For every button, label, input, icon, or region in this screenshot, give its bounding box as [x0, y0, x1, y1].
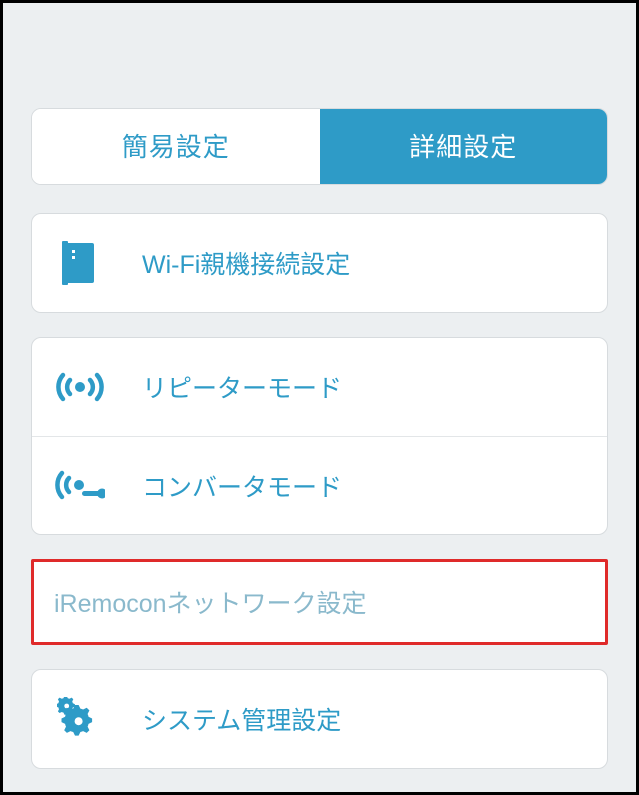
menu-item-wifi-parent[interactable]: Wi-Fi親機接続設定: [32, 214, 607, 312]
tab-advanced-settings[interactable]: 詳細設定: [320, 109, 608, 184]
menu-item-label: iRemoconネットワーク設定: [54, 590, 367, 618]
menu-item-label: システム管理設定: [142, 701, 341, 737]
wifi-broadcast-icon: [54, 361, 106, 413]
tab-advanced-label: 詳細設定: [409, 132, 517, 162]
card-system: システム管理設定: [31, 669, 608, 769]
menu-item-iremocon-network[interactable]: iRemoconネットワーク設定: [31, 559, 608, 645]
menu-item-converter-mode[interactable]: コンバータモード: [32, 436, 607, 534]
card-modes: リピーターモード コンバータモード: [31, 337, 608, 535]
router-icon: [54, 237, 106, 289]
menu-item-label: コンバータモード: [142, 468, 342, 504]
wifi-converter-icon: [54, 460, 106, 512]
gears-icon: [54, 693, 106, 745]
tab-simple-label: 簡易設定: [122, 132, 230, 162]
settings-screen: 簡易設定 詳細設定 Wi-Fi親機接続設定: [0, 0, 639, 795]
tab-simple-settings[interactable]: 簡易設定: [32, 109, 320, 184]
menu-item-repeater-mode[interactable]: リピーターモード: [32, 338, 607, 436]
menu-item-label: リピーターモード: [142, 369, 342, 405]
card-wifi: Wi-Fi親機接続設定: [31, 213, 608, 313]
menu-item-system-admin[interactable]: システム管理設定: [32, 670, 607, 768]
tab-bar: 簡易設定 詳細設定: [31, 108, 608, 185]
menu-item-label: Wi-Fi親機接続設定: [142, 245, 350, 281]
